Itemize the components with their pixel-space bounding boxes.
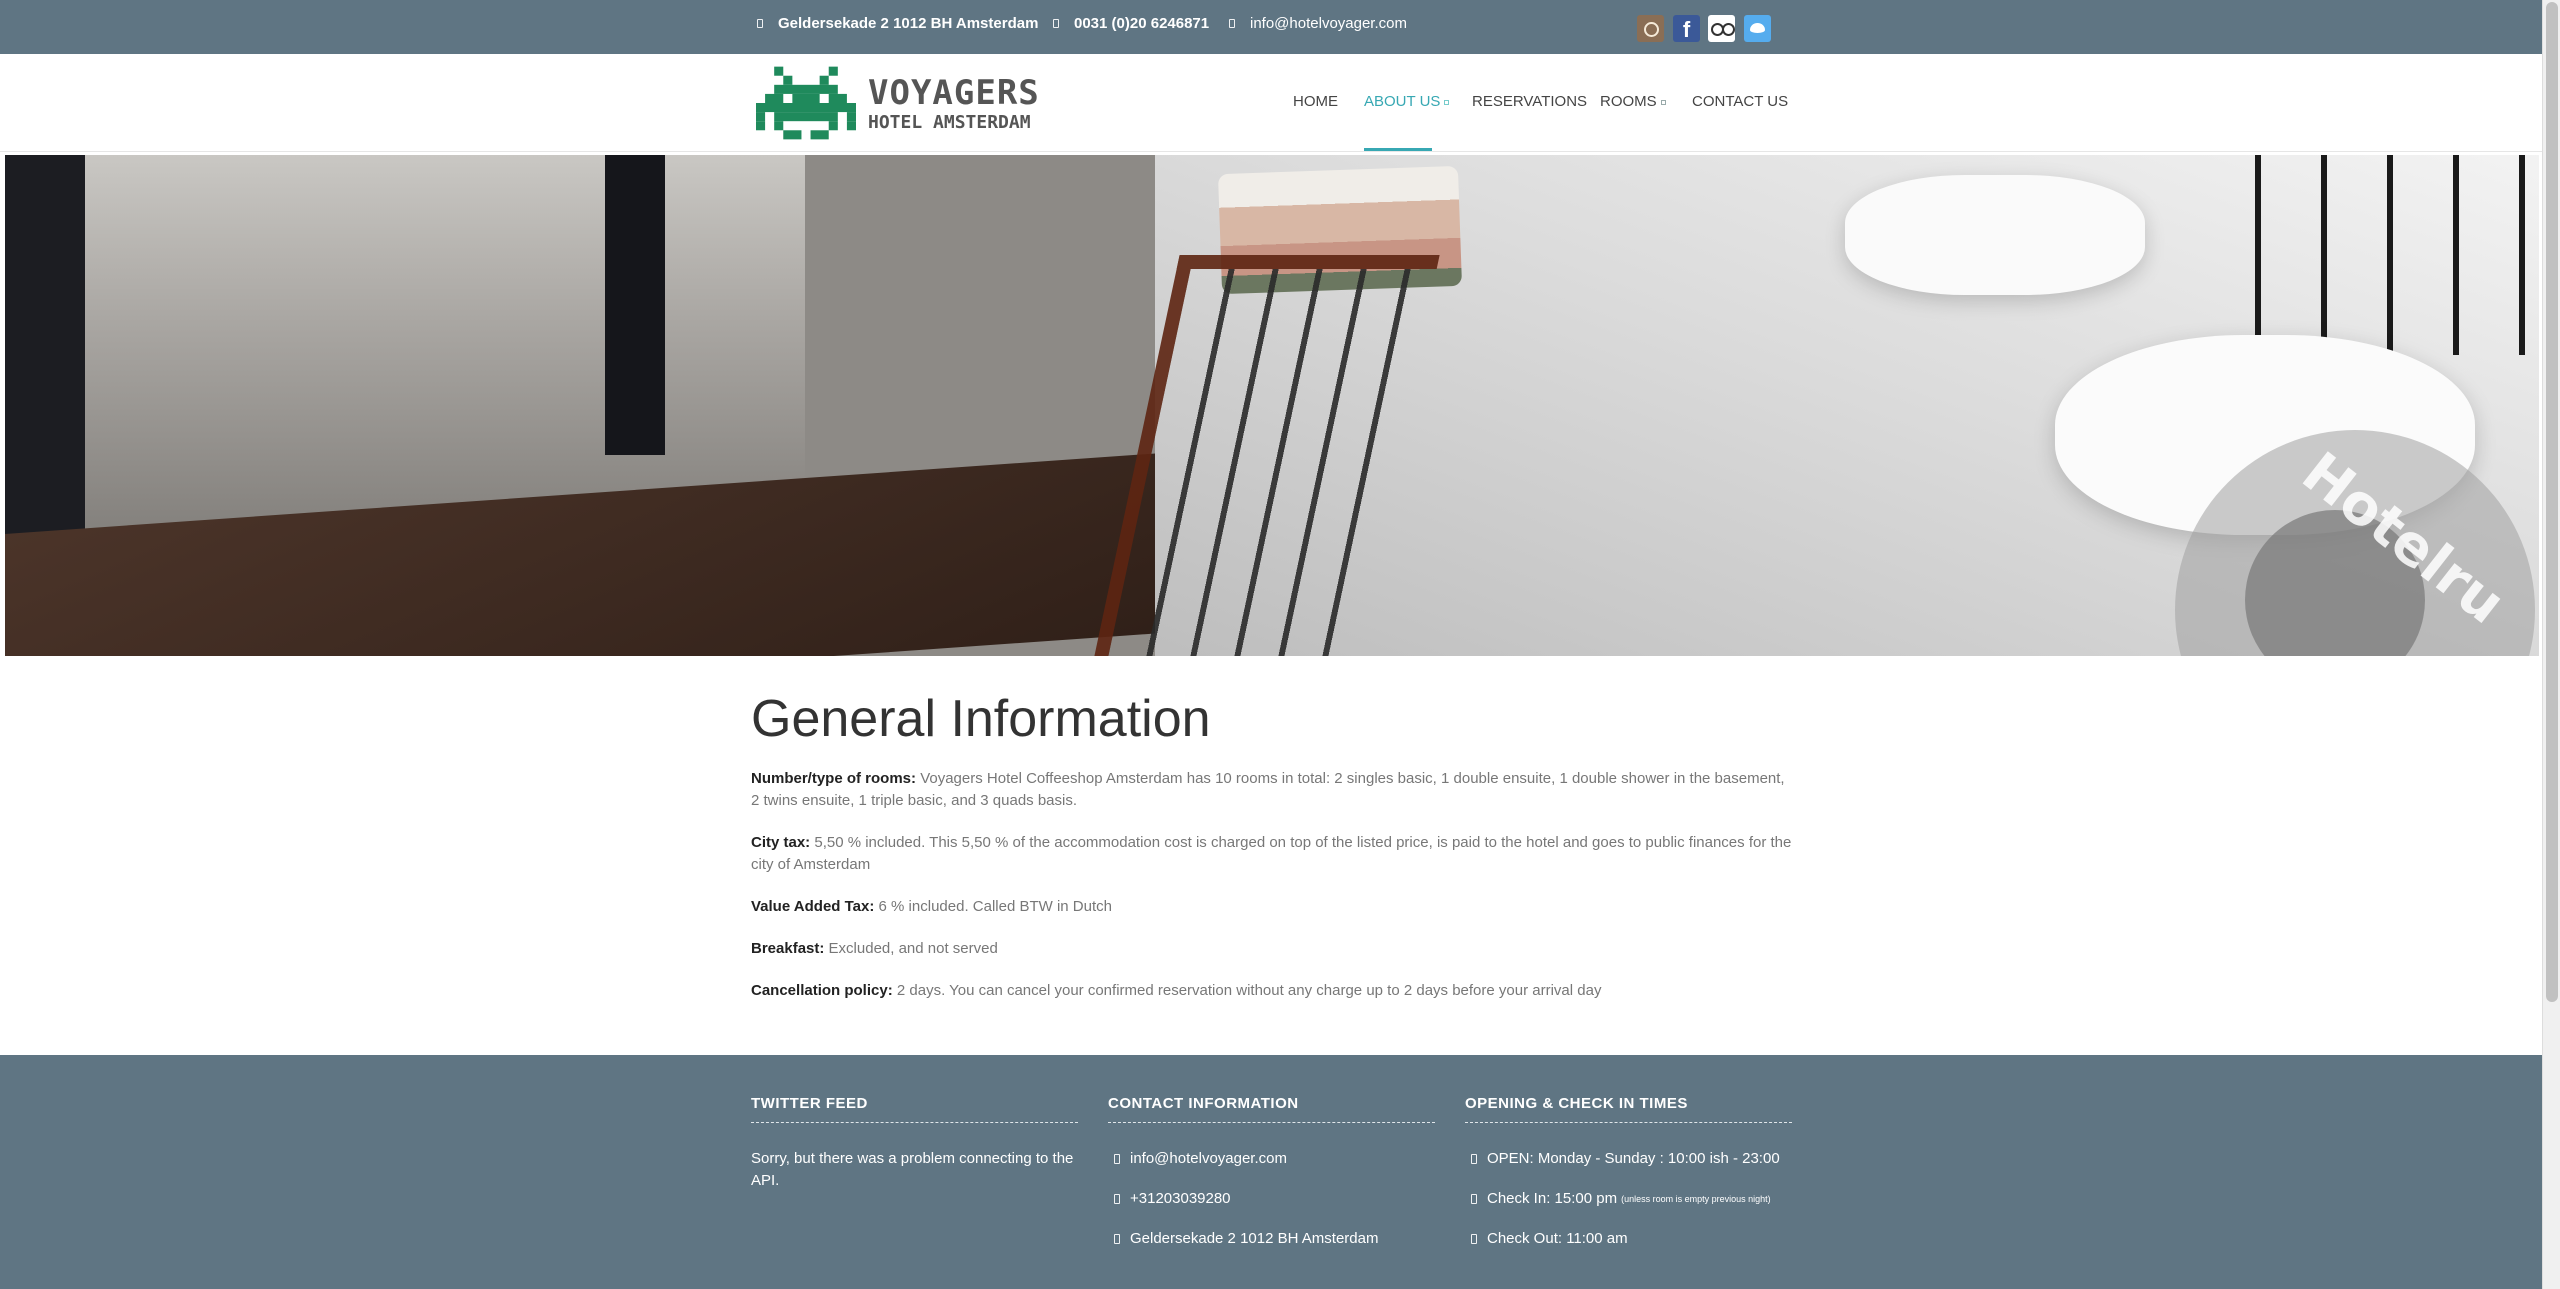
info-text: 6 % included. Called BTW in Dutch: [878, 898, 1112, 916]
tripadvisor-icon[interactable]: [1708, 15, 1735, 42]
top-bar: Geldersekade 2 1012 BH Amsterdam 0031 (0…: [0, 0, 2542, 54]
facebook-icon[interactable]: f: [1673, 15, 1700, 42]
chevron-down-icon: [1444, 99, 1450, 105]
check-in-note: (unless room is empty previous night): [1621, 1194, 1771, 1204]
info-text: Excluded, and not served: [828, 940, 998, 958]
footer-hours-list: OPEN: Monday - Sunday : 10:00 ish - 23:0…: [1465, 1148, 1792, 1250]
check-in-time: Check In: 15:00 pm (unless room is empty …: [1465, 1188, 1792, 1210]
topbar-address-text: Geldersekade 2 1012 BH Amsterdam: [778, 14, 1039, 32]
nav-rooms-label: ROOMS: [1600, 93, 1657, 110]
topbar-address: Geldersekade 2 1012 BH Amsterdam: [757, 13, 1038, 33]
opening-hours-text: OPEN: Monday - Sunday : 10:00 ish - 23:0…: [1487, 1150, 1780, 1167]
main-content: General Information Number/type of rooms…: [751, 688, 1793, 1022]
hotelrunner-watermark: Hotelru: [2175, 430, 2535, 656]
topbar-phone[interactable]: 0031 (0)20 6246871: [1053, 13, 1209, 33]
envelope-icon: [1114, 1154, 1120, 1164]
nav-rooms[interactable]: ROOMS: [1600, 93, 1666, 110]
site-header: VOYAGERS HOTEL AMSTERDAM HOME ABOUT US R…: [0, 54, 2542, 152]
info-label: City tax:: [751, 834, 811, 852]
hero-image: Hotelru: [5, 155, 2539, 656]
check-out-time: Check Out: 11:00 am: [1465, 1228, 1792, 1250]
scrollbar-thumb[interactable]: [2546, 2, 2558, 1002]
clock-icon: [1471, 1154, 1477, 1164]
clock-icon: [1471, 1234, 1477, 1244]
main-nav: HOME ABOUT US RESERVATIONS ROOMS CONTACT…: [0, 54, 2542, 151]
footer-email[interactable]: info@hotelvoyager.com: [1108, 1148, 1435, 1170]
twitter-feed-message: Sorry, but there was a problem connectin…: [751, 1150, 1074, 1189]
info-text: 5,50 % included. This 5,50 % of the acco…: [751, 834, 1792, 874]
twitter-icon[interactable]: [1744, 15, 1771, 42]
site-footer: TWITTER FEED Sorry, but there was a prob…: [0, 1055, 2542, 1289]
hero-curtain: [5, 155, 85, 575]
footer-opening-times: OPENING & CHECK IN TIMES OPEN: Monday - …: [1465, 1095, 1792, 1268]
active-nav-indicator: [1364, 148, 1432, 151]
topbar-phone-text[interactable]: 0031 (0)20 6246871: [1074, 15, 1209, 32]
phone-icon: [1053, 18, 1059, 28]
nav-reservations[interactable]: RESERVATIONS: [1472, 93, 1587, 110]
hero-curtain: [605, 155, 665, 455]
footer-twitter-feed: TWITTER FEED Sorry, but there was a prob…: [751, 1095, 1078, 1192]
info-label: Breakfast:: [751, 940, 825, 958]
hero-pillow: [1845, 175, 2145, 295]
nav-about-us[interactable]: ABOUT US: [1364, 93, 1450, 110]
footer-contact-list: info@hotelvoyager.com +31203039280 Gelde…: [1108, 1148, 1435, 1250]
chevron-down-icon: [1660, 99, 1666, 105]
footer-address: Geldersekade 2 1012 BH Amsterdam: [1108, 1228, 1435, 1250]
footer-address-text: Geldersekade 2 1012 BH Amsterdam: [1130, 1230, 1379, 1247]
opening-hours: OPEN: Monday - Sunday : 10:00 ish - 23:0…: [1465, 1148, 1792, 1170]
phone-icon: [1114, 1194, 1120, 1204]
check-in-text: Check In: 15:00 pm: [1487, 1190, 1618, 1207]
nav-home[interactable]: HOME: [1293, 93, 1338, 110]
nav-about-us-label: ABOUT US: [1364, 93, 1441, 110]
info-rooms: Number/type of rooms: Voyagers Hotel Cof…: [751, 768, 1793, 812]
hero-headboard: [2195, 155, 2539, 355]
info-vat: Value Added Tax: 6 % included. Called BT…: [751, 896, 1793, 918]
nav-contact-us[interactable]: CONTACT US: [1692, 93, 1788, 110]
footer-heading: TWITTER FEED: [751, 1095, 1078, 1123]
clock-icon: [1471, 1194, 1477, 1204]
page-title: General Information: [751, 690, 1211, 748]
topbar-email-text[interactable]: info@hotelvoyager.com: [1250, 15, 1407, 32]
footer-phone-text[interactable]: +31203039280: [1130, 1188, 1231, 1210]
footer-phone[interactable]: +31203039280: [1108, 1188, 1435, 1210]
footer-heading: CONTACT INFORMATION: [1108, 1095, 1435, 1123]
info-label: Number/type of rooms:: [751, 770, 917, 788]
info-label: Cancellation policy:: [751, 982, 893, 1000]
top-bar-inner: Geldersekade 2 1012 BH Amsterdam 0031 (0…: [751, 0, 1791, 54]
footer-heading: OPENING & CHECK IN TIMES: [1465, 1095, 1792, 1123]
info-label: Value Added Tax:: [751, 898, 875, 916]
info-breakfast: Breakfast: Excluded, and not served: [751, 938, 1793, 960]
map-marker-icon: [757, 18, 763, 28]
instagram-icon[interactable]: [1637, 15, 1664, 42]
info-text: 2 days. You can cancel your confirmed re…: [896, 982, 1602, 1000]
page-scrollbar[interactable]: [2542, 0, 2560, 1289]
footer-contact-information: CONTACT INFORMATION info@hotelvoyager.co…: [1108, 1095, 1435, 1268]
footer-email-text[interactable]: info@hotelvoyager.com: [1130, 1148, 1287, 1170]
map-marker-icon: [1114, 1234, 1120, 1244]
info-city-tax: City tax: 5,50 % included. This 5,50 % o…: [751, 832, 1793, 876]
envelope-icon: [1229, 18, 1235, 28]
check-out-text: Check Out: 11:00 am: [1487, 1230, 1628, 1247]
info-cancellation: Cancellation policy: 2 days. You can can…: [751, 980, 1793, 1002]
topbar-email[interactable]: info@hotelvoyager.com: [1229, 13, 1407, 33]
